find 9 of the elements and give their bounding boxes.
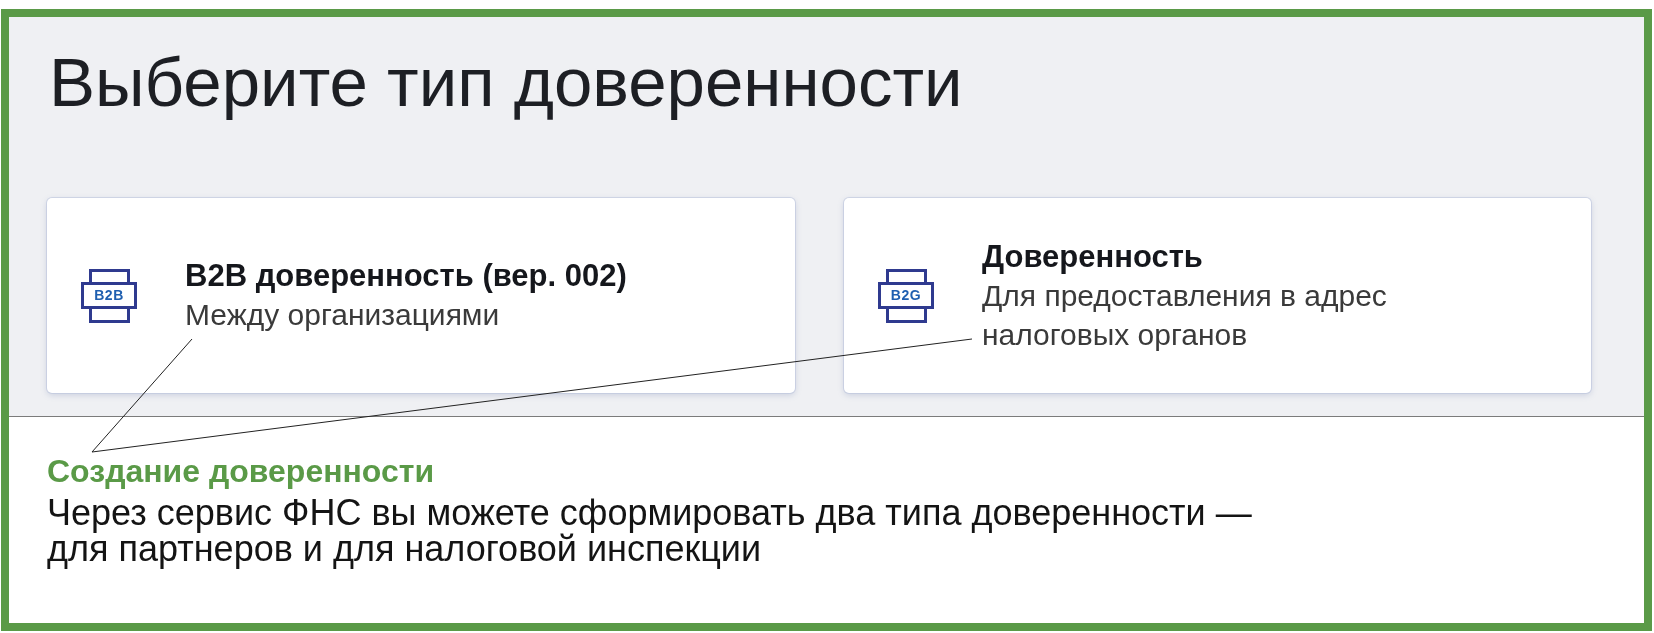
card-subtitle: Для предоставления в адрес налоговых органов — [982, 277, 1387, 353]
option-card[interactable]: B2B B2B доверенность (вер. 002) Между организациями — [47, 198, 795, 393]
caption-title: Создание доверенности — [47, 452, 435, 491]
caption-text: Через сервис ФНС вы можете сформировать два типа доверенности — для партнеров и для налоговой инспекции — [47, 495, 1252, 567]
card-title: Доверенность — [982, 237, 1204, 276]
page-title: Выберите тип доверенности — [49, 43, 963, 123]
card-subtitle: Между организациями — [185, 297, 501, 333]
option-card[interactable]: B2G Доверенность Для предоставления в адрес налоговых органов — [844, 198, 1591, 393]
card-title: B2B доверенность (вер. 002) — [185, 257, 627, 295]
